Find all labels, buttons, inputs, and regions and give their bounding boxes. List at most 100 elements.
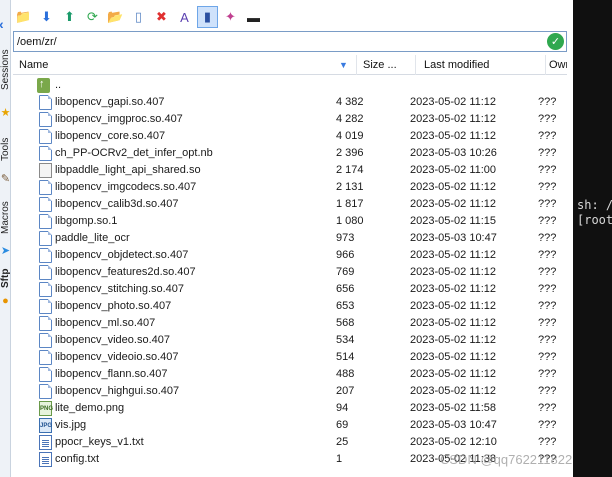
file-owner: ???	[538, 385, 557, 397]
new-folder-icon: 📂	[107, 9, 124, 24]
file-name: libopencv_ml.so.407	[55, 317, 156, 329]
side-tab-tools[interactable]: Tools	[0, 128, 10, 170]
file-last-modified: 2023-05-02 11:58	[410, 402, 497, 414]
file-size: 973	[336, 232, 355, 244]
file-last-modified: 2023-05-03 10:47	[410, 419, 497, 431]
upload-icon: ⬆	[64, 9, 75, 24]
file-last-modified: 2023-05-02 11:15	[410, 215, 497, 227]
file-owner: ???	[538, 130, 557, 142]
path-input[interactable]	[14, 32, 547, 51]
file-name: libopencv_imgcodecs.so.407	[55, 181, 197, 193]
file-row[interactable]: libopencv_ml.so.407 568 2023-05-02 11:12??…	[13, 315, 567, 332]
new-file-button[interactable]: ▯	[128, 6, 149, 28]
file-icon	[39, 367, 52, 382]
sftp-toolbar: 📁 ⬇ ⬆ ⟳ 📂 ▯ ✖ A ▮ ✦ ▬	[13, 5, 264, 29]
file-row[interactable]: libopencv_imgproc.so.407 4 282 2023-05-02 …	[13, 111, 567, 128]
file-size: 69	[336, 419, 349, 431]
file-icon	[39, 129, 52, 144]
file-row[interactable]: libopencv_core.so.407 4 019 2023-05-02 11:…	[13, 128, 567, 145]
file-name: libgomp.so.1	[55, 215, 118, 227]
file-row[interactable]: libopencv_flann.so.407 488 2023-05-02 11:1…	[13, 366, 567, 383]
file-owner: ???	[538, 351, 557, 363]
terminal-button[interactable]: ▬	[243, 6, 264, 28]
new-file-icon: ▯	[134, 9, 143, 24]
properties-button[interactable]: ▮	[197, 6, 218, 28]
file-last-modified: 2023-05-02 11:12	[410, 300, 497, 312]
file-row[interactable]: libopencv_stitching.so.407 656 2023-05-02 …	[13, 281, 567, 298]
file-last-modified: 2023-05-02 11:12	[410, 113, 497, 125]
column-header-last-modified[interactable]: Last modified	[416, 55, 546, 75]
file-owner: ???	[538, 334, 557, 346]
file-name: libopencv_flann.so.407	[55, 368, 168, 380]
file-owner: ???	[538, 164, 557, 176]
file-row[interactable]: libopencv_imgcodecs.so.407 2 131 2023-05-0…	[13, 179, 567, 196]
file-row[interactable]: libopencv_objdetect.so.407 966 2023-05-02 …	[13, 247, 567, 264]
file-owner: ???	[538, 113, 557, 125]
parent-directory-row[interactable]: ..	[13, 76, 567, 94]
file-row[interactable]: paddle_lite_ocr 973 2023-05-03 10:47???	[13, 230, 567, 247]
file-row[interactable]: PNG lite_demo.png 94 2023-05-02 11:58???	[13, 400, 567, 417]
rename-icon: A	[180, 9, 189, 25]
file-owner: ???	[538, 266, 557, 278]
file-row[interactable]: libopencv_calib3d.so.407 1 817 2023-05-02 …	[13, 196, 567, 213]
shared-library-icon	[39, 163, 52, 178]
delete-button[interactable]: ✖	[151, 6, 172, 28]
file-row[interactable]: libopencv_photo.so.407 653 2023-05-02 11:1…	[13, 298, 567, 315]
column-header-owner[interactable]: Owne	[546, 55, 567, 75]
side-tab-macros[interactable]: Macros	[0, 194, 10, 242]
file-row[interactable]: ch_PP-OCRv2_det_infer_opt.nb 2 396 2023-05…	[13, 145, 567, 162]
rename-button[interactable]: A	[174, 6, 195, 28]
side-tab-sessions[interactable]: Sessions	[0, 40, 10, 100]
file-last-modified: 2023-05-02 11:12	[410, 351, 497, 363]
side-tab-sftp[interactable]: Sftp	[0, 266, 10, 290]
file-size: 2 396	[336, 147, 364, 159]
file-row[interactable]: libopencv_gapi.so.407 4 382 2023-05-02 11:…	[13, 94, 567, 111]
text-file-icon	[39, 435, 52, 450]
file-icon	[39, 180, 52, 195]
side-tab-strip: ‹ Sessions ★ Tools ✎ Macros ➤ Sftp ●	[0, 0, 11, 477]
file-name: ppocr_keys_v1.txt	[55, 436, 144, 448]
column-header-name[interactable]: Name ▼	[13, 55, 357, 75]
file-last-modified: 2023-05-02 11:12	[410, 266, 497, 278]
file-owner: ???	[538, 402, 557, 414]
file-owner: ???	[538, 317, 557, 329]
file-icon	[39, 112, 52, 127]
file-owner: ???	[538, 215, 557, 227]
file-last-modified: 2023-05-02 11:12	[410, 130, 497, 142]
file-name: libopencv_features2d.so.407	[55, 266, 196, 278]
parent-folder-icon	[37, 76, 50, 93]
column-header-name-label: Name	[19, 59, 49, 71]
file-row[interactable]: libopencv_highgui.so.407 207 2023-05-02 11…	[13, 383, 567, 400]
file-row[interactable]: libpaddle_light_api_shared.so 2 174 2023-0…	[13, 162, 567, 179]
go-checkmark-icon[interactable]: ✓	[547, 33, 564, 50]
refresh-button[interactable]: ⟳	[82, 6, 103, 28]
sftp-icon: ●	[2, 295, 9, 307]
download-button[interactable]: ⬇	[36, 6, 57, 28]
file-row[interactable]: JPG vis.jpg 69 2023-05-03 10:47???	[13, 417, 567, 434]
file-owner: ???	[538, 419, 557, 431]
column-header-size[interactable]: Size ...	[357, 55, 416, 75]
upload-button[interactable]: ⬆	[59, 6, 80, 28]
file-icon	[39, 384, 52, 399]
file-row[interactable]: libgomp.so.1 1 080 2023-05-02 11:15???	[13, 213, 567, 230]
file-size: 25	[336, 436, 349, 448]
file-name: libopencv_stitching.so.407	[55, 283, 185, 295]
file-name: libpaddle_light_api_shared.so	[55, 164, 201, 176]
file-list: .. libopencv_gapi.so.407 4 382 2023-05-02 1…	[13, 76, 567, 468]
file-last-modified: 2023-05-02 11:12	[410, 198, 497, 210]
parent-folder-button[interactable]: 📁	[13, 6, 34, 28]
sort-descending-icon: ▼	[339, 60, 348, 70]
file-row[interactable]: libopencv_videoio.so.407 514 2023-05-02 11…	[13, 349, 567, 366]
file-size: 4 382	[336, 96, 364, 108]
new-folder-button[interactable]: 📂	[105, 6, 126, 28]
jpg-image-icon: JPG	[39, 418, 52, 433]
file-name: vis.jpg	[55, 419, 87, 431]
file-last-modified: 2023-05-03 10:47	[410, 232, 497, 244]
file-row[interactable]: ppocr_keys_v1.txt 25 2023-05-02 12:10???	[13, 434, 567, 451]
magic-wand-button[interactable]: ✦	[220, 6, 241, 28]
collapse-panel-icon[interactable]: ‹	[0, 16, 4, 32]
file-row[interactable]: libopencv_video.so.407 534 2023-05-02 11:1…	[13, 332, 567, 349]
file-row[interactable]: libopencv_features2d.so.407 769 2023-05-02…	[13, 264, 567, 281]
terminal-line: sh: /	[577, 198, 612, 212]
terminal-pane[interactable]: sh: / [root	[573, 0, 612, 477]
